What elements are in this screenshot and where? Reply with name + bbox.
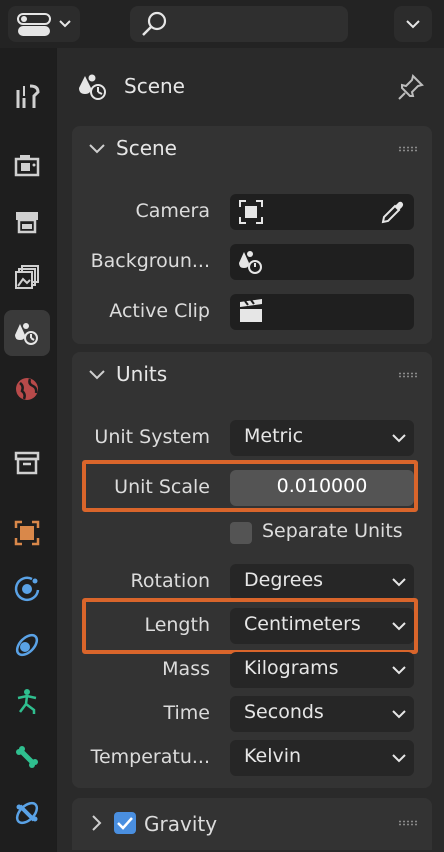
world-icon (16, 378, 38, 400)
units-panel-header[interactable]: Units (72, 352, 432, 398)
camera-object-icon (239, 200, 263, 224)
tool-icon (16, 84, 40, 108)
output-icon (16, 212, 38, 234)
physics-icon (14, 576, 40, 602)
tab-collection[interactable] (4, 440, 50, 486)
chevron-right-icon (92, 815, 102, 831)
separate-units-checkbox[interactable] (230, 522, 252, 544)
chevron-down-icon (406, 20, 420, 29)
units-panel-title: Units (116, 362, 168, 386)
tab-physics[interactable] (4, 566, 50, 612)
length-value: Centimeters (244, 613, 361, 635)
temperature-value: Kelvin (244, 745, 302, 767)
time-value: Seconds (244, 701, 324, 723)
collection-icon (14, 451, 40, 475)
chevron-down-icon (392, 578, 406, 587)
eyedropper-icon[interactable] (378, 197, 408, 227)
search-icon (142, 11, 167, 36)
scene-panel: Scene Camera Backgroun... Active Clip (72, 126, 432, 344)
tab-object[interactable] (4, 510, 50, 556)
active-clip-label: Active Clip (109, 300, 210, 322)
properties-editor-icon (17, 13, 71, 36)
chevron-down-icon (89, 370, 105, 380)
tab-world[interactable] (4, 366, 50, 412)
scene-icon (15, 323, 38, 345)
drag-handle-icon[interactable] (398, 146, 418, 152)
scene-panel-title: Scene (116, 136, 177, 160)
unit-scale-field[interactable]: 0.010000 (230, 470, 414, 506)
unit-scale-value: 0.010000 (276, 475, 368, 497)
temperature-label: Temperatu... (90, 746, 210, 768)
rotation-value: Degrees (244, 569, 324, 591)
camera-label: Camera (135, 200, 210, 222)
view-layer-icon (15, 265, 39, 289)
gravity-panel-title: Gravity (144, 812, 218, 836)
temperature-dropdown[interactable]: Kelvin (230, 740, 414, 776)
length-label: Length (144, 614, 210, 636)
tab-bone-constraints[interactable] (4, 790, 50, 836)
separate-units-label: Separate Units (262, 520, 403, 542)
chevron-down-icon (392, 434, 406, 443)
unit-scale-label: Unit Scale (114, 476, 210, 498)
object-icon (14, 520, 40, 546)
rotation-dropdown[interactable]: Degrees (230, 564, 414, 600)
editor-type-dropdown[interactable] (8, 6, 80, 42)
tab-constraints[interactable] (4, 622, 50, 668)
tab-tool[interactable] (4, 74, 50, 120)
search-input[interactable] (130, 6, 348, 42)
constraint-icon (15, 633, 39, 657)
tab-bone[interactable] (4, 734, 50, 780)
tab-view-layer[interactable] (4, 254, 50, 300)
top-bar (0, 0, 444, 48)
armature-icon (17, 689, 37, 714)
scene-icon (79, 74, 106, 100)
camera-field[interactable] (230, 194, 414, 230)
scene-icon (239, 251, 262, 274)
unit-system-label: Unit System (94, 426, 210, 448)
background-label: Backgroun... (90, 250, 210, 272)
options-dropdown[interactable] (394, 6, 432, 42)
unit-system-value: Metric (244, 425, 304, 447)
properties-tab-bar (0, 48, 56, 852)
bone-icon (16, 746, 38, 768)
background-scene-field[interactable] (230, 244, 414, 280)
bone-constraint-icon (15, 801, 39, 825)
time-label: Time (163, 702, 211, 724)
checkmark-icon (117, 817, 133, 830)
tab-render[interactable] (4, 142, 50, 188)
pin-icon[interactable] (396, 72, 426, 102)
tab-object-data[interactable] (4, 678, 50, 724)
tab-output[interactable] (4, 198, 50, 244)
context-title: Scene (124, 74, 185, 98)
length-dropdown[interactable]: Centimeters (230, 608, 414, 644)
mass-dropdown[interactable]: Kilograms (230, 652, 414, 688)
scene-panel-header[interactable]: Scene (72, 126, 432, 172)
time-dropdown[interactable]: Seconds (230, 696, 414, 732)
drag-handle-icon[interactable] (398, 372, 418, 378)
rotation-label: Rotation (130, 570, 210, 592)
tab-scene[interactable] (4, 310, 50, 356)
gravity-panel[interactable]: Gravity (72, 798, 432, 850)
mass-label: Mass (162, 658, 210, 680)
chevron-down-icon (392, 754, 406, 763)
units-panel: Units Unit System Metric Unit Scale 0.01… (72, 352, 432, 788)
clip-icon (240, 299, 262, 322)
chevron-down-icon (392, 666, 406, 675)
render-icon (14, 155, 40, 177)
active-clip-field[interactable] (230, 294, 414, 330)
chevron-down-icon (89, 144, 105, 154)
chevron-down-icon (392, 622, 406, 631)
search-field[interactable] (178, 10, 342, 38)
gravity-checkbox[interactable] (114, 812, 136, 834)
chevron-down-icon (392, 710, 406, 719)
mass-value: Kilograms (244, 657, 339, 679)
drag-handle-icon[interactable] (398, 820, 418, 826)
unit-system-dropdown[interactable]: Metric (230, 420, 414, 456)
context-header: Scene (72, 64, 432, 110)
